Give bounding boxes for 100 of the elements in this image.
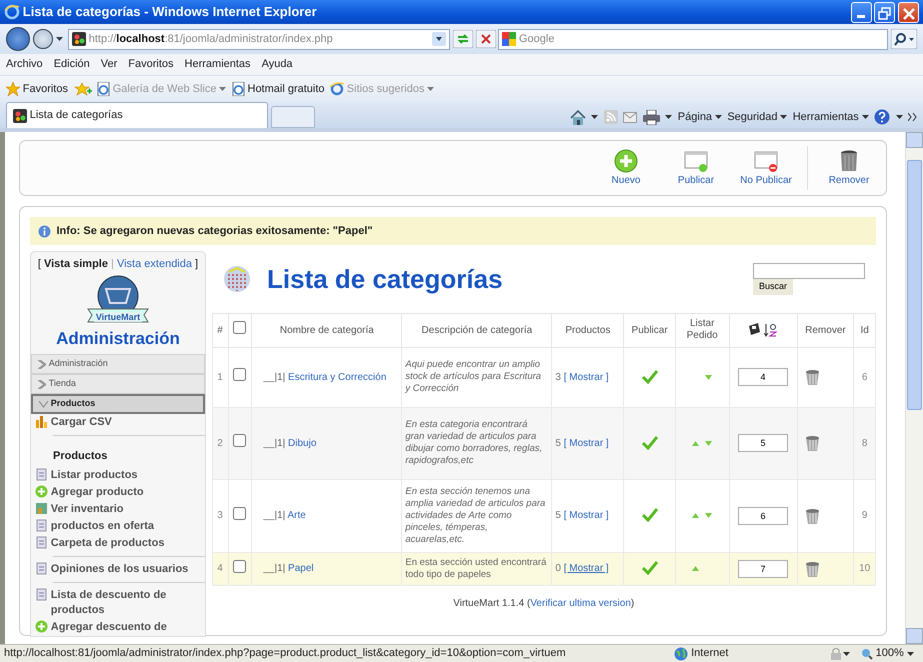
version-text: VirtueMart 1.1.4 (Verificar ultima version) — [453, 598, 634, 608]
add-icon — [35, 484, 48, 498]
tree-prefix: __|1| — [263, 563, 286, 574]
check-icon[interactable] — [642, 436, 658, 450]
show-link[interactable]: [ Mostrar ] — [564, 510, 609, 521]
menu-item[interactable]: Edición — [54, 56, 90, 73]
menu-item[interactable]: Favoritos — [128, 56, 174, 73]
category-link[interactable]: Arte — [287, 510, 306, 521]
sidebar-link[interactable]: Agregar producto — [50, 484, 144, 500]
category-link[interactable]: Escritura y Corrección — [288, 372, 386, 382]
search-field[interactable] — [753, 263, 865, 280]
trash-icon[interactable] — [803, 560, 822, 578]
inventory-icon — [35, 502, 48, 514]
publish-button[interactable]: Publicar — [661, 146, 731, 190]
chevron-icon[interactable] — [908, 113, 917, 121]
command-menu[interactable]: Herramientas — [792, 108, 868, 126]
chart-icon — [35, 415, 48, 428]
forward-button[interactable] — [32, 29, 53, 49]
order-field[interactable]: 7 — [738, 560, 788, 578]
show-link[interactable]: [ Mostrar ] — [564, 563, 609, 574]
row-checkbox[interactable] — [233, 434, 246, 447]
section-header[interactable]: Tienda — [31, 374, 205, 394]
column-header: Listar Pedido — [686, 318, 719, 342]
table-cell: 10 — [854, 552, 876, 585]
mail-icon[interactable] — [623, 112, 638, 122]
close-button[interactable] — [898, 2, 919, 22]
check-icon[interactable] — [642, 508, 658, 522]
menu-heading: Productos — [53, 450, 108, 462]
category-link[interactable]: Papel — [288, 563, 314, 574]
help-icon[interactable] — [874, 109, 890, 125]
trash-icon[interactable] — [803, 506, 822, 524]
caret-icon — [427, 87, 434, 91]
show-link[interactable]: [ Mostrar ] — [564, 438, 609, 448]
home-icon[interactable] — [570, 110, 586, 124]
menu-item[interactable]: Herramientas — [184, 56, 251, 73]
order-field[interactable]: 5 — [738, 434, 788, 452]
caret-icon — [896, 115, 902, 119]
scrollbar[interactable] — [905, 132, 923, 644]
menu-item[interactable]: Ver — [100, 56, 118, 73]
menu-item[interactable]: Ayuda — [262, 56, 293, 73]
new-button[interactable]: Nuevo — [591, 146, 661, 190]
column-header: Id — [860, 324, 869, 336]
caret-icon — [906, 652, 914, 656]
sort-icon[interactable] — [764, 323, 778, 337]
back-button[interactable] — [6, 27, 30, 51]
section-header[interactable]: Administración — [31, 354, 205, 374]
tree-prefix: __|1| — [263, 510, 286, 521]
table-cell: En esta sección usted encontrará todo tipo de papeles — [402, 552, 552, 585]
sidebar-link[interactable]: Ver inventario — [50, 502, 124, 516]
section-header[interactable]: Productos — [31, 394, 205, 414]
command-menu[interactable]: Página — [678, 108, 722, 126]
address-field[interactable]: http://localhost:81/joomla/administrator/index.php — [68, 28, 450, 50]
row-checkbox[interactable] — [233, 506, 246, 520]
maximize-button[interactable] — [874, 2, 896, 22]
sidebar-link[interactable]: Listar productos — [50, 468, 138, 482]
minimize-icon — [857, 14, 865, 18]
search-icon[interactable] — [891, 29, 917, 49]
logo-text: VirtueMart — [94, 312, 142, 322]
printer-icon[interactable] — [642, 110, 660, 124]
table-cell: 9 — [854, 479, 876, 552]
trash-icon[interactable] — [803, 368, 822, 386]
sidebar-link[interactable]: productos en oferta — [50, 518, 154, 534]
caret-icon — [219, 87, 226, 91]
search-button[interactable]: Buscar — [753, 279, 794, 295]
table-cell: 8 — [854, 407, 876, 479]
sidebar-link[interactable]: Carpeta de productos — [50, 536, 164, 550]
show-link[interactable]: [ Mostrar ] — [564, 372, 609, 382]
lock-icon[interactable] — [828, 646, 843, 660]
select-all-checkbox[interactable] — [233, 321, 246, 334]
table-cell: En esta sección tenemos una amplia variedad de articulos para actividades de Arte como pinceles, témperas, acuarelas,etc. — [402, 479, 552, 552]
close-icon[interactable] — [476, 30, 496, 48]
order-field[interactable]: 4 — [738, 368, 788, 386]
minimize-button[interactable] — [850, 2, 872, 22]
table-cell: 2 — [212, 407, 228, 479]
refresh-icon[interactable] — [452, 30, 473, 48]
check-icon[interactable] — [642, 561, 658, 576]
sidebar-link[interactable]: Opiniones de los usuarios — [50, 562, 188, 576]
check-icon[interactable] — [642, 370, 658, 384]
zoom-control[interactable]: 100% — [860, 645, 914, 662]
sidebar-link[interactable]: Cargar CSV — [50, 415, 112, 430]
favorites-button[interactable]: Favoritos — [6, 80, 68, 98]
category-link[interactable]: Dibujo — [288, 438, 316, 448]
dropdown-icon[interactable] — [432, 32, 446, 46]
menu-item[interactable]: Archivo — [6, 56, 43, 73]
order-field[interactable]: 6 — [738, 506, 788, 524]
search-field[interactable]: Google — [498, 28, 888, 50]
command-menu[interactable]: Seguridad — [727, 108, 788, 126]
trash-icon[interactable] — [803, 434, 822, 452]
row-checkbox[interactable] — [233, 560, 246, 572]
browser-tab[interactable]: Lista de categorías — [6, 102, 268, 128]
row-checkbox[interactable] — [233, 368, 246, 381]
update-link[interactable]: Verificar ultima version — [530, 598, 631, 608]
caret-icon — [665, 115, 672, 119]
favorites-link[interactable]: Hotmail gratuito — [232, 80, 325, 98]
remove-button[interactable]: Remover — [814, 146, 884, 190]
column-header: Descripción de categoría — [422, 324, 532, 336]
add-favorite-icon[interactable] — [74, 82, 92, 96]
sidebar-link[interactable]: Lista de descuento de productos — [50, 588, 201, 618]
unpublish-button[interactable]: No Publicar — [731, 146, 801, 190]
sidebar-link[interactable]: Agregar descuento de — [50, 620, 167, 634]
